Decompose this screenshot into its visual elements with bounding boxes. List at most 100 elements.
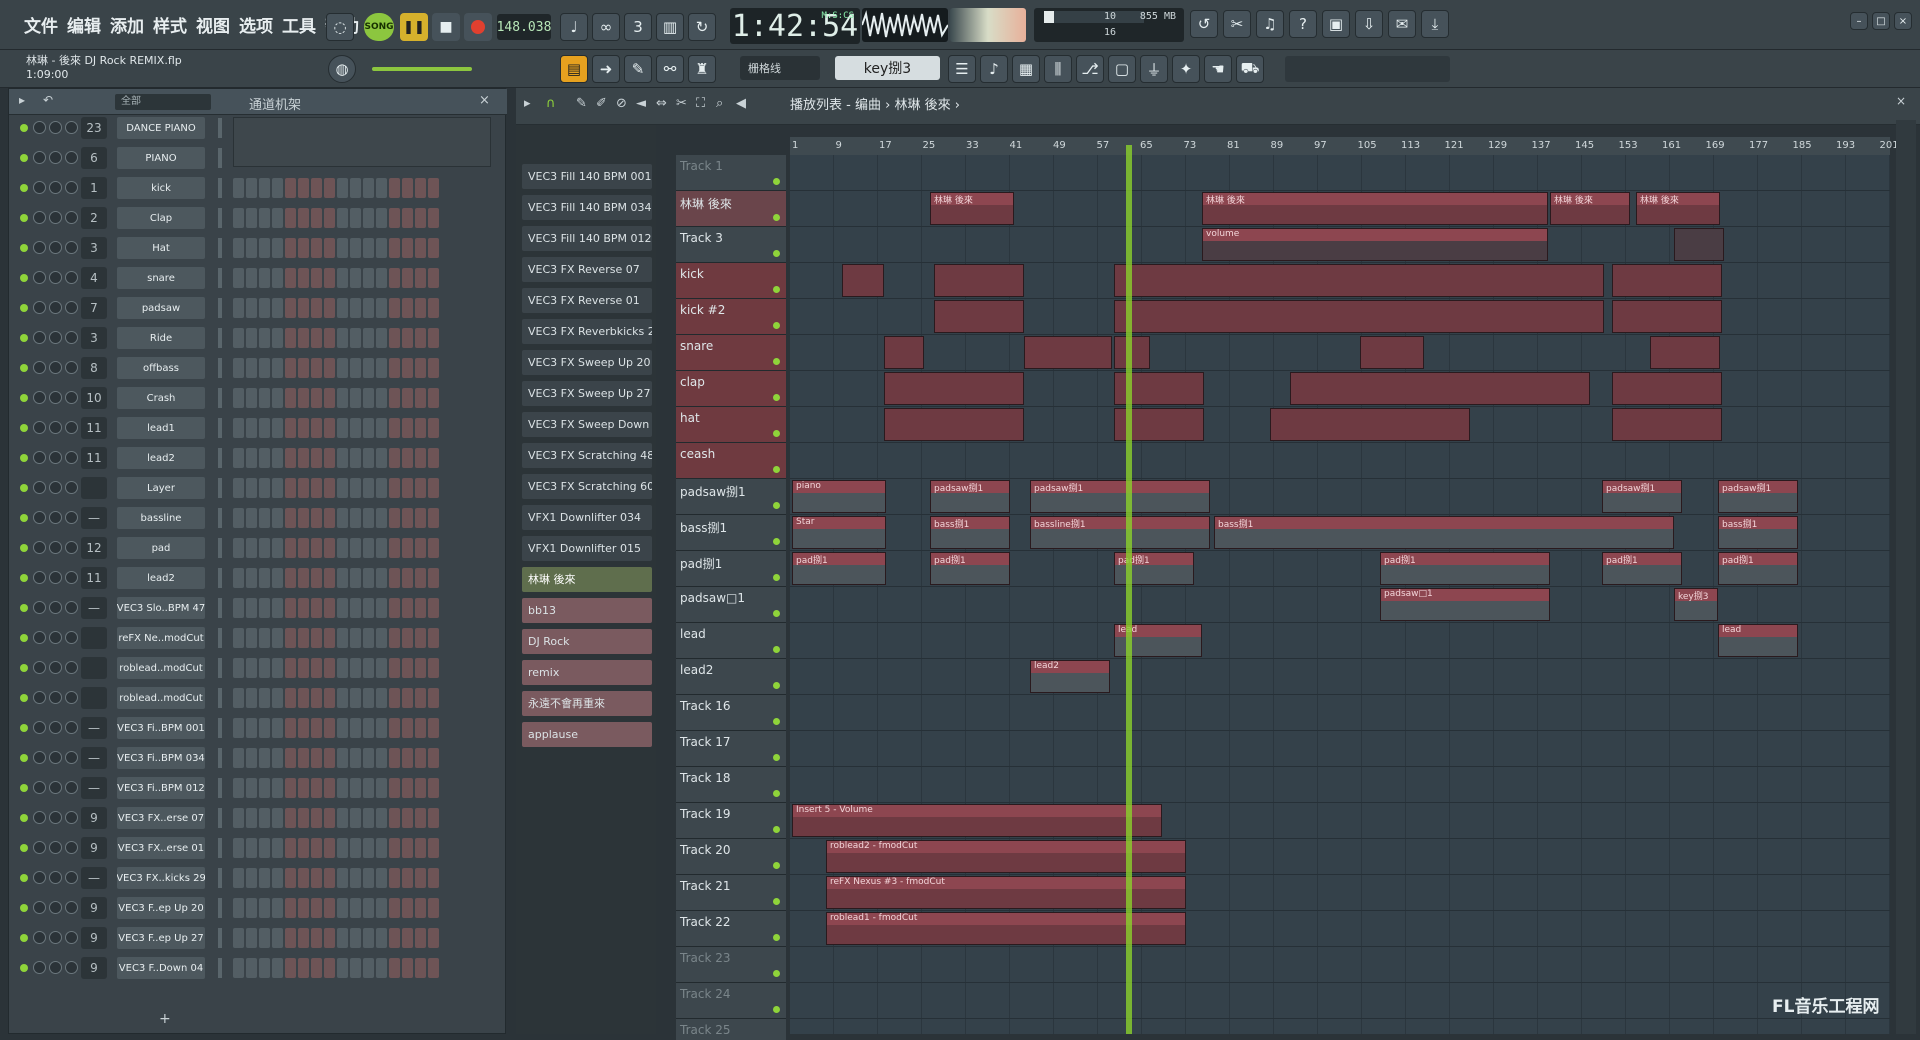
step-button[interactable] <box>415 418 426 438</box>
channel-led-icon[interactable] <box>20 484 28 492</box>
step-button[interactable] <box>428 208 439 228</box>
step-button[interactable] <box>363 898 374 918</box>
step-button[interactable] <box>298 508 309 528</box>
step-button[interactable] <box>415 358 426 378</box>
step-button[interactable] <box>285 538 296 558</box>
step-button[interactable] <box>298 838 309 858</box>
channel-row[interactable]: 23 DANCE PIANO <box>13 116 499 167</box>
channel-led-icon[interactable] <box>20 214 28 222</box>
channel-led-icon[interactable] <box>20 754 28 762</box>
step-button[interactable] <box>233 298 244 318</box>
step-button[interactable] <box>428 838 439 858</box>
mixer-icon[interactable]: ☰ <box>948 55 976 83</box>
pan-knob-icon[interactable] <box>33 271 46 284</box>
step-button[interactable] <box>428 748 439 768</box>
step-button[interactable] <box>259 868 270 888</box>
playlist-clip[interactable]: 林琳 後來 <box>1550 192 1630 225</box>
step-button[interactable] <box>298 688 309 708</box>
step-button[interactable] <box>272 178 283 198</box>
step-button[interactable] <box>259 508 270 528</box>
step-button[interactable] <box>350 748 361 768</box>
step-button[interactable] <box>233 808 244 828</box>
channel-select-bar[interactable] <box>218 268 222 288</box>
browser-item[interactable]: VEC3 FX Sweep Down 04 <box>522 412 652 437</box>
mute-knob-icon[interactable] <box>65 181 78 194</box>
cpu-icon[interactable]: ◌ <box>326 13 354 41</box>
channel-select-bar[interactable] <box>218 568 222 588</box>
channel-row[interactable]: reFX Ne..modCut <box>13 626 499 650</box>
playlist-clip[interactable]: pad捌1 <box>1718 552 1798 585</box>
channel-select-bar[interactable] <box>218 478 222 498</box>
step-button[interactable] <box>311 508 322 528</box>
step-button[interactable] <box>350 898 361 918</box>
step-sequencer[interactable] <box>233 838 439 858</box>
playlist-clip[interactable] <box>934 264 1024 297</box>
volume-knob-icon[interactable] <box>49 691 62 704</box>
step-button[interactable] <box>285 628 296 648</box>
browser-item[interactable]: VEC3 Fill 140 BPM 012 <box>522 226 652 251</box>
step-button[interactable] <box>324 238 335 258</box>
step-button[interactable] <box>415 898 426 918</box>
step-button[interactable] <box>428 808 439 828</box>
mixer-track-number[interactable]: 9 <box>81 927 107 949</box>
mute-knob-icon[interactable] <box>65 271 78 284</box>
step-button[interactable] <box>259 568 270 588</box>
step-button[interactable] <box>363 538 374 558</box>
channel-name-button[interactable]: lead1 <box>117 417 205 439</box>
step-button[interactable] <box>363 238 374 258</box>
channel-select-bar[interactable] <box>218 628 222 648</box>
brush-tool-icon[interactable]: ✐ <box>596 96 607 111</box>
step-button[interactable] <box>376 418 387 438</box>
channel-select-bar[interactable] <box>218 208 222 228</box>
mixer-track-number[interactable]: 6 <box>81 147 107 169</box>
step-button[interactable] <box>415 238 426 258</box>
browser-item[interactable]: VEC3 FX Sweep Up 27 <box>522 381 652 406</box>
mixer-track-number[interactable]: 3 <box>81 327 107 349</box>
channel-row[interactable]: 3 Hat <box>13 236 499 260</box>
volume-knob-icon[interactable] <box>49 961 62 974</box>
channel-row[interactable]: 9 VEC3 F..Down 04 <box>13 956 499 980</box>
step-button[interactable] <box>428 328 439 348</box>
step-button[interactable] <box>337 718 348 738</box>
step-button[interactable] <box>298 268 309 288</box>
add-channel-button[interactable]: + <box>159 1011 171 1027</box>
pan-knob-icon[interactable] <box>33 631 46 644</box>
step-button[interactable] <box>389 298 400 318</box>
step-button[interactable] <box>350 628 361 648</box>
track-header[interactable]: Track 17 <box>676 731 786 767</box>
step-button[interactable] <box>311 268 322 288</box>
volume-knob-icon[interactable] <box>49 931 62 944</box>
mute-knob-icon[interactable] <box>65 541 78 554</box>
step-button[interactable] <box>415 568 426 588</box>
step-button[interactable] <box>298 658 309 678</box>
pan-knob-icon[interactable] <box>33 841 46 854</box>
step-button[interactable] <box>259 268 270 288</box>
track-header[interactable]: Track 3 <box>676 227 786 263</box>
step-button[interactable] <box>246 808 257 828</box>
cart-icon[interactable]: ⛟ <box>1236 55 1264 83</box>
step-button[interactable] <box>376 748 387 768</box>
pan-knob-icon[interactable] <box>33 151 46 164</box>
playlist-clip[interactable]: roblead1 - fmodCut <box>826 912 1186 945</box>
step-button[interactable] <box>415 688 426 708</box>
step-button[interactable] <box>298 868 309 888</box>
channel-select-bar[interactable] <box>218 418 222 438</box>
step-button[interactable] <box>259 658 270 678</box>
step-sequencer[interactable] <box>233 688 439 708</box>
mute-knob-icon[interactable] <box>65 361 78 374</box>
step-button[interactable] <box>428 688 439 708</box>
step-button[interactable] <box>415 778 426 798</box>
pan-knob-icon[interactable] <box>33 511 46 524</box>
channel-led-icon[interactable] <box>20 364 28 372</box>
channel-name-button[interactable]: PIANO <box>117 147 205 169</box>
step-button[interactable] <box>389 928 400 948</box>
step-button[interactable] <box>402 958 413 978</box>
mixer-track-number[interactable]: 2 <box>81 207 107 229</box>
mixer-track-number[interactable]: 23 <box>81 117 107 139</box>
step-button[interactable] <box>298 808 309 828</box>
track-header[interactable]: Track 16 <box>676 695 786 731</box>
track-header[interactable]: hat <box>676 407 786 443</box>
playlist-clip[interactable] <box>1114 300 1604 333</box>
track-header[interactable]: Track 19 <box>676 803 786 839</box>
zoom-tool-icon[interactable]: ⌕ <box>716 96 723 111</box>
